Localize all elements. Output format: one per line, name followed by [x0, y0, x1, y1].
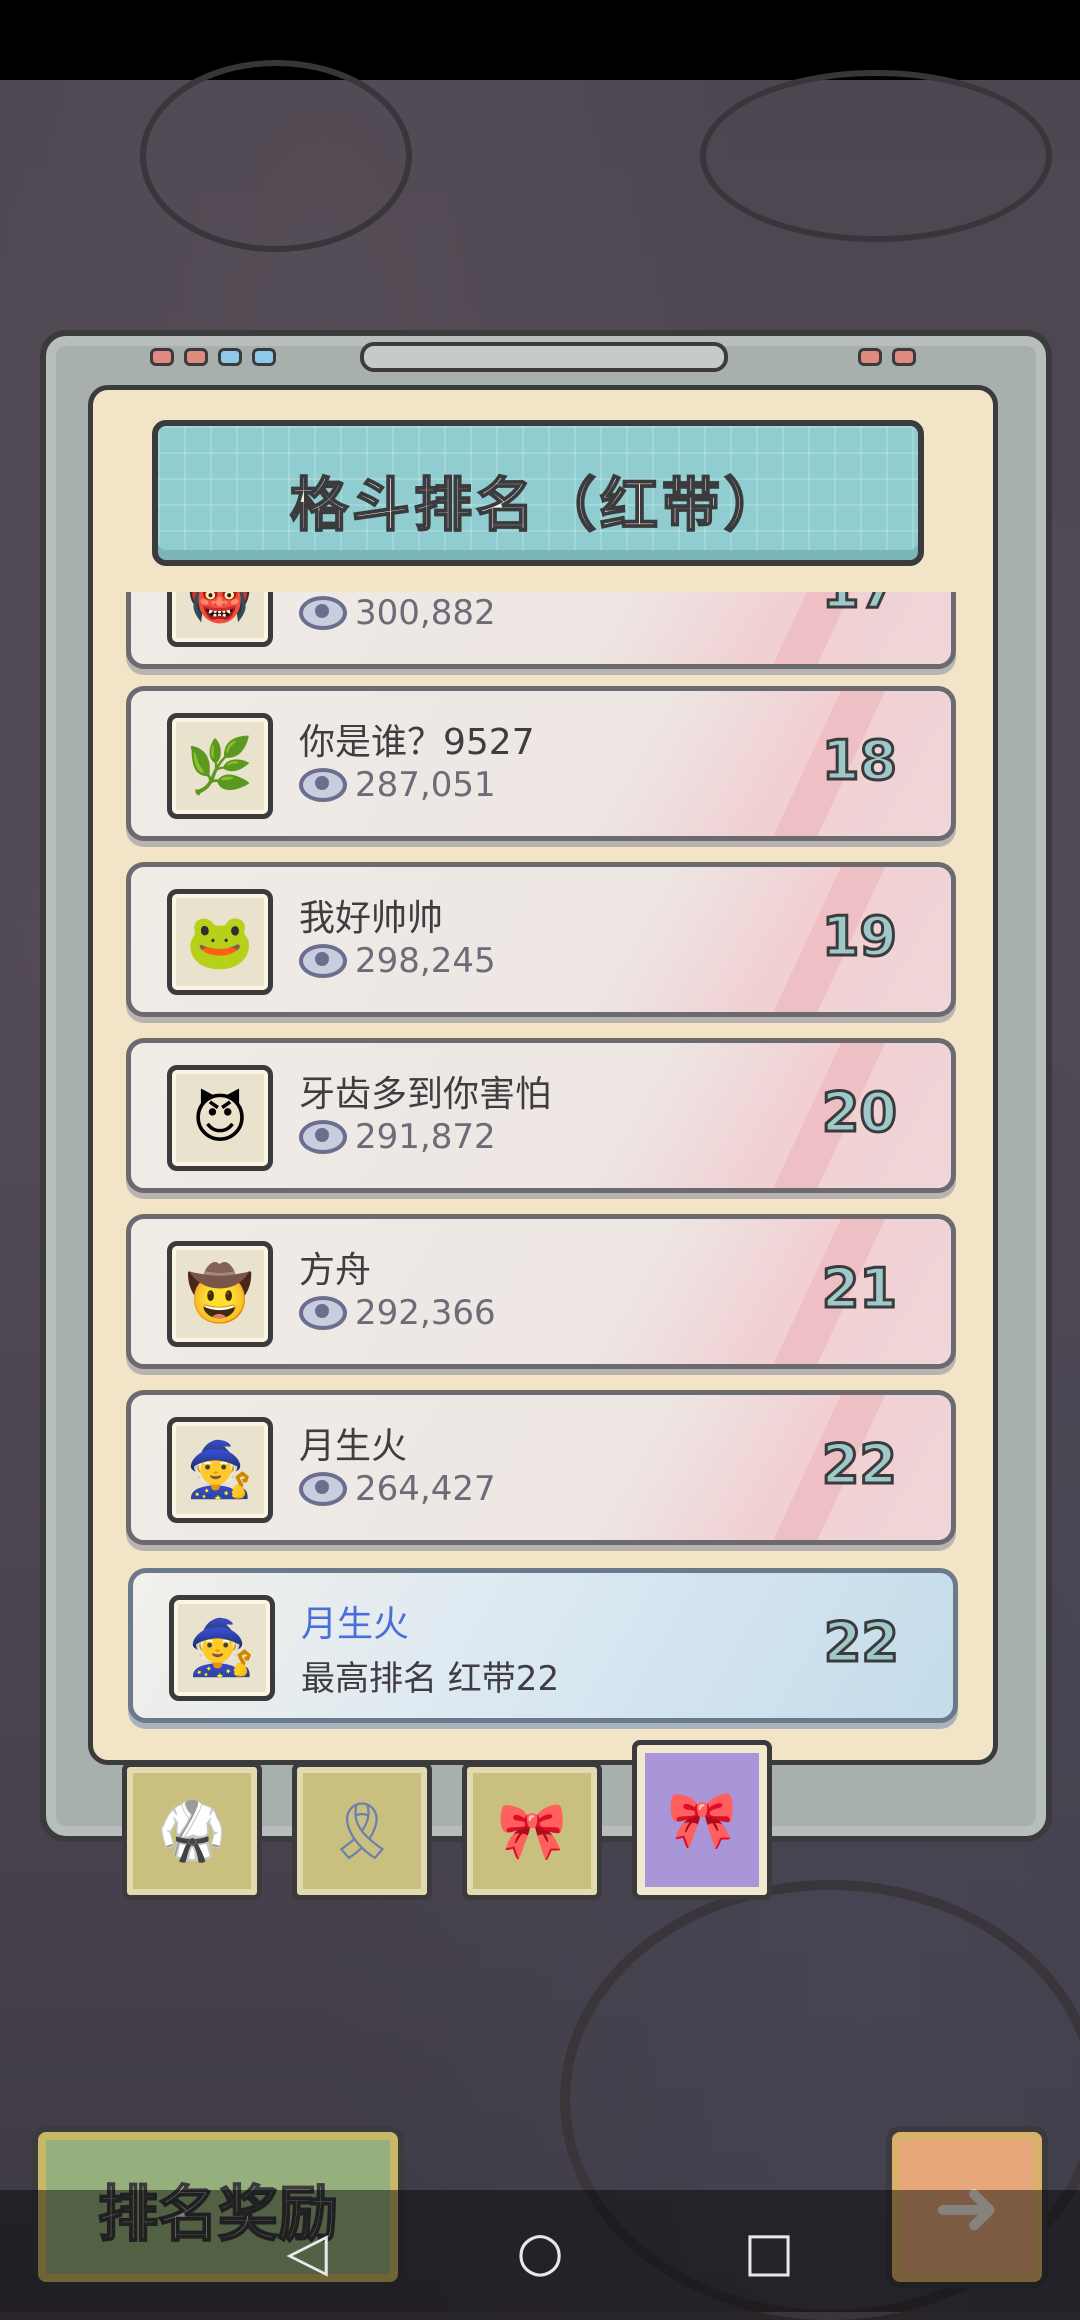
player-name: 方舟 — [299, 1250, 372, 1291]
bg-pipe — [140, 60, 412, 252]
white-hair-icon: 🧙 — [169, 1595, 275, 1701]
back-nav-icon[interactable]: ◁ — [272, 2216, 342, 2286]
tab-red-belt-alt[interactable]: 🎀 — [462, 1762, 602, 1900]
ranking-row[interactable]: 🤠 方舟 292,366 21 — [126, 1214, 956, 1369]
player-name: 我好帅帅 — [299, 898, 444, 939]
eye-icon — [299, 768, 347, 802]
indicator-light — [150, 348, 174, 366]
rank-number: 19 — [820, 904, 898, 970]
player-name: 牙齿多到你害怕 — [299, 1074, 552, 1115]
my-player-name: 月生火 — [301, 1604, 410, 1645]
ranking-row[interactable]: 😈 牙齿多到你害怕 291,872 20 — [126, 1038, 956, 1193]
eye-icon — [299, 1472, 347, 1506]
ranking-row[interactable]: 🐸 我好帅帅 298,245 19 — [126, 862, 956, 1017]
white-hair-icon: 🧙 — [167, 1417, 273, 1523]
red-belt-icon: 🎀 — [497, 1799, 567, 1864]
eye-icon — [299, 596, 347, 630]
rank-number: 20 — [820, 1080, 898, 1146]
title-banner: 格斗排名（红带） — [152, 420, 924, 566]
bg-pipe — [700, 70, 1052, 242]
eye-icon — [299, 1296, 347, 1330]
my-best-rank: 最高排名 红带22 — [301, 1659, 560, 1699]
hat-man-icon: 🤠 — [167, 1241, 273, 1347]
status-bar — [0, 0, 1080, 80]
my-rank-number: 22 — [822, 1610, 900, 1676]
home-nav-icon[interactable]: ○ — [505, 2216, 575, 2286]
view-count: 298,245 — [299, 941, 496, 981]
view-count: 264,427 — [299, 1469, 496, 1509]
recents-nav-icon[interactable]: □ — [734, 2216, 804, 2286]
rank-number: 22 — [820, 1432, 898, 1498]
ranking-row[interactable]: 👹 300,882 17 — [126, 592, 956, 669]
indicator-light — [892, 348, 916, 366]
red-fighter-icon: 👹 — [167, 592, 273, 647]
my-ranking-row[interactable]: 🧙 月生火 最高排名 红带22 22 — [128, 1568, 958, 1723]
indicator-light — [218, 348, 242, 366]
view-count: 300,882 — [299, 593, 496, 633]
tab-white-belt[interactable]: 🥋 — [122, 1762, 262, 1900]
indicator-light — [252, 348, 276, 366]
player-name: 你是谁？9527 — [299, 722, 535, 763]
view-count: 291,872 — [299, 1117, 496, 1157]
eye-icon — [299, 1120, 347, 1154]
tab-red-belt[interactable]: 🎀 — [632, 1740, 772, 1900]
blue-belt-icon: 🎗 — [326, 1799, 398, 1864]
ranking-row[interactable]: 🧙 月生火 264,427 22 — [126, 1390, 956, 1545]
view-count: 292,366 — [299, 1293, 496, 1333]
rank-number: 18 — [820, 728, 898, 794]
view-count: 287,051 — [299, 765, 496, 805]
player-name: 月生火 — [299, 1426, 408, 1467]
tab-blue-belt[interactable]: 🎗 — [292, 1762, 432, 1900]
red-belt-icon: 🎀 — [667, 1788, 737, 1853]
indicator-light — [184, 348, 208, 366]
white-belt-icon: 🥋 — [157, 1799, 227, 1864]
frog-goggles-icon: 🐸 — [167, 889, 273, 995]
rank-number: 17 — [820, 592, 898, 622]
frame-slot — [360, 342, 728, 372]
red-horned-icon: 😈 — [167, 1065, 273, 1171]
rank-number: 21 — [820, 1256, 898, 1322]
indicator-light — [858, 348, 882, 366]
page-title: 格斗排名（红带） — [289, 470, 786, 540]
eye-icon — [299, 944, 347, 978]
vine-monster-icon: 🌿 — [167, 713, 273, 819]
ranking-row[interactable]: 🌿 你是谁？9527 287,051 18 — [126, 686, 956, 841]
